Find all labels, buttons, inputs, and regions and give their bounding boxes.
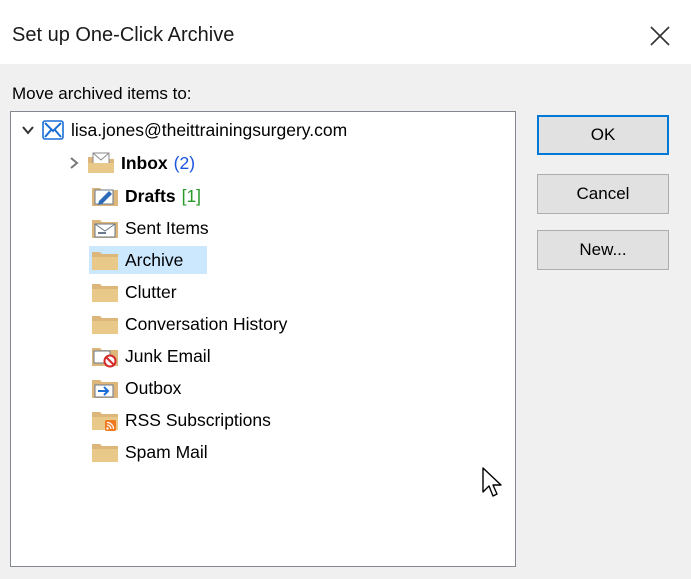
tree-item-drafts[interactable]: Drafts [1]	[91, 181, 201, 211]
chevron-right-icon[interactable]	[65, 154, 83, 172]
clutter-label: Clutter	[125, 281, 177, 302]
title-bar: Set up One-Click Archive	[0, 0, 691, 64]
spam-mail-label: Spam Mail	[125, 441, 208, 462]
tree-item-rss-subscriptions[interactable]: RSS Subscriptions	[91, 405, 271, 435]
rss-folder-icon	[91, 408, 119, 432]
dialog-body: Move archived items to: lisa.jones@theit…	[0, 64, 691, 579]
junk-email-folder-icon	[91, 344, 119, 368]
tree-item-junk-email[interactable]: Junk Email	[91, 341, 211, 371]
chevron-down-icon[interactable]	[19, 121, 37, 139]
folder-icon	[91, 280, 119, 304]
close-button[interactable]	[646, 22, 674, 50]
inbox-label: Inbox	[121, 152, 168, 173]
inbox-unread-count: (2)	[173, 152, 196, 173]
cancel-button[interactable]: Cancel	[537, 174, 669, 214]
drafts-count: [1]	[181, 185, 202, 206]
folder-icon	[91, 440, 119, 464]
inbox-folder-icon	[87, 151, 115, 175]
close-icon	[650, 26, 670, 46]
new-folder-button[interactable]: New...	[537, 230, 669, 270]
rss-subscriptions-label: RSS Subscriptions	[125, 409, 271, 430]
account-label: lisa.jones@theittrainingsurgery.com	[71, 119, 348, 140]
drafts-label: Drafts	[125, 185, 176, 206]
sent-items-label: Sent Items	[125, 217, 209, 238]
tree-item-spam-mail[interactable]: Spam Mail	[91, 437, 208, 467]
account-icon	[41, 118, 65, 142]
folder-icon	[91, 248, 119, 272]
outbox-label: Outbox	[125, 377, 182, 398]
folder-tree[interactable]: lisa.jones@theittrainingsurgery.com Inbo…	[10, 111, 516, 567]
dialog-title: Set up One-Click Archive	[12, 24, 235, 46]
conversation-history-label: Conversation History	[125, 313, 288, 334]
tree-item-sent-items[interactable]: Sent Items	[91, 213, 209, 243]
move-label: Move archived items to:	[12, 84, 192, 103]
folder-icon	[91, 312, 119, 336]
junk-email-label: Junk Email	[125, 345, 211, 366]
mouse-cursor-icon	[482, 467, 502, 497]
ok-button[interactable]: OK	[537, 115, 669, 155]
tree-item-clutter[interactable]: Clutter	[91, 277, 177, 307]
tree-item-inbox[interactable]: Inbox (2)	[65, 148, 195, 178]
tree-account-row[interactable]: lisa.jones@theittrainingsurgery.com	[19, 115, 347, 145]
tree-item-outbox[interactable]: Outbox	[91, 373, 181, 403]
outbox-folder-icon	[91, 376, 119, 400]
drafts-folder-icon	[91, 184, 119, 208]
tree-item-conversation-history[interactable]: Conversation History	[91, 309, 287, 339]
sent-items-folder-icon	[91, 216, 119, 240]
archive-label: Archive	[125, 249, 184, 270]
tree-item-archive[interactable]: Archive	[89, 245, 207, 275]
